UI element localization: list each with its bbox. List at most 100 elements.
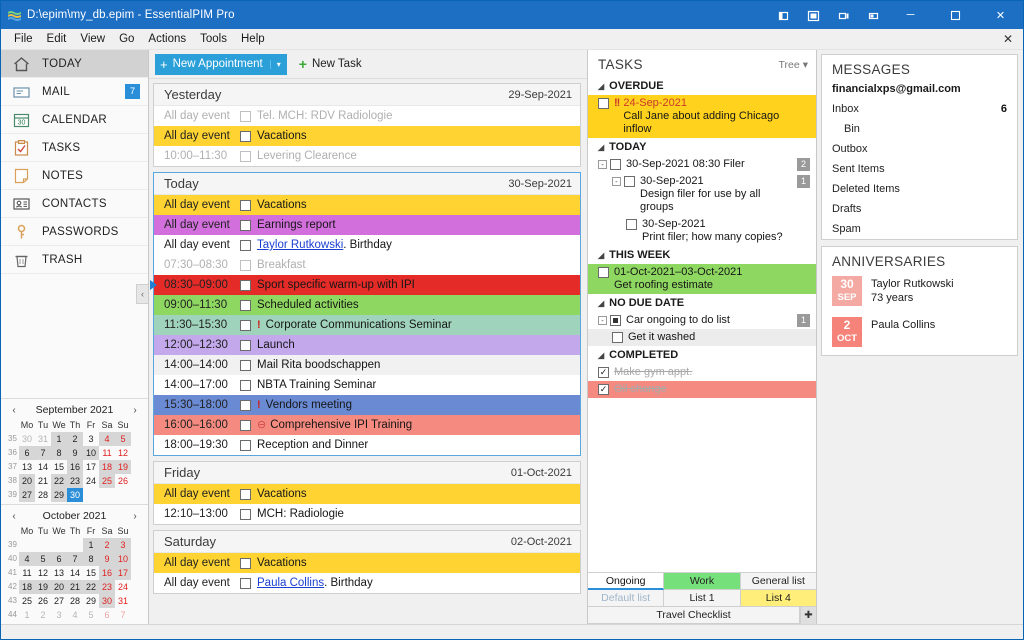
event-checkbox[interactable] [240, 419, 251, 431]
mini-calendar-day[interactable]: 17 [83, 460, 99, 474]
mini-calendar-day[interactable] [115, 488, 131, 502]
mini-calendar-day[interactable]: 1 [83, 538, 99, 552]
mini-calendar-day[interactable]: 5 [35, 552, 51, 566]
mini-calendar-day[interactable]: 15 [51, 460, 67, 474]
mini-calendar-day[interactable]: 10 [115, 552, 131, 566]
menu-go[interactable]: Go [112, 31, 141, 47]
new-task-button[interactable]: + New Task [293, 54, 368, 75]
mini-calendar-day[interactable]: 26 [115, 474, 131, 488]
tree-expander-icon[interactable]: - [612, 177, 621, 186]
new-appointment-button[interactable]: + New Appointment ▾ [155, 53, 287, 75]
mini-calendar-day[interactable]: 1 [19, 608, 35, 622]
event-checkbox[interactable] [240, 577, 251, 589]
task-tab-general-list[interactable]: General list [740, 573, 816, 590]
mini-calendar-day[interactable]: 19 [115, 460, 131, 474]
task-checkbox[interactable] [598, 267, 609, 278]
task-tab-default-list[interactable]: Default list [588, 590, 665, 607]
task-tab-list-1[interactable]: List 1 [664, 590, 741, 607]
sidebar-item-today[interactable]: TODAY [1, 50, 148, 78]
mini-calendar-day[interactable]: 23 [99, 580, 115, 594]
task-row[interactable]: 30-Sep-2021 Print filer; how many copies? [588, 216, 816, 246]
mini-calendar-day[interactable]: 26 [35, 594, 51, 608]
task-row[interactable]: Get it washed [588, 329, 816, 346]
mini-calendar-day[interactable]: 30 [99, 594, 115, 608]
mini-calendar-day[interactable]: 4 [19, 552, 35, 566]
event-checkbox[interactable] [240, 319, 251, 331]
mini-calendar-day[interactable]: 19 [35, 580, 51, 594]
task-group-header[interactable]: ◢ COMPLETED [588, 346, 816, 364]
mini-calendar-day[interactable]: 9 [67, 446, 83, 460]
mini-calendar-day[interactable]: 16 [99, 566, 115, 580]
sidebar-item-notes[interactable]: NOTES [1, 162, 148, 190]
close-button[interactable]: ✕ [978, 1, 1023, 29]
tree-expander-icon[interactable]: - [598, 160, 607, 169]
mini-calendar-day[interactable]: 11 [19, 566, 35, 580]
mini-calendar-day[interactable]: 29 [83, 594, 99, 608]
chevron-left-icon[interactable]: ‹ [6, 511, 22, 522]
calendar-event-row[interactable]: 12:10–13:00 MCH: Radiologie [154, 504, 580, 524]
mini-calendar-day[interactable]: 21 [35, 474, 51, 488]
mini-calendar-day[interactable]: 25 [99, 474, 115, 488]
mini-calendar-day[interactable]: 6 [19, 446, 35, 460]
task-row[interactable]: - 30-Sep-2021 Design filer for use by all … [588, 173, 816, 216]
mini-calendar-day[interactable]: 8 [51, 446, 67, 460]
task-row[interactable]: -30-Sep-2021 08:30 Filer 2 [588, 156, 816, 173]
task-row[interactable]: ✓ Make gym appt. [588, 364, 816, 381]
mini-calendar-day[interactable]: 24 [115, 580, 131, 594]
anniversary-item[interactable]: 30 SEP Taylor Rutkowski 73 years [822, 273, 1017, 314]
menu-actions[interactable]: Actions [141, 31, 193, 47]
task-group-header[interactable]: ◢ OVERDUE [588, 77, 816, 95]
mini-calendar-day[interactable]: 15 [83, 566, 99, 580]
mini-calendar-day[interactable]: 30 [67, 488, 83, 502]
mini-calendar-day[interactable]: 12 [115, 446, 131, 460]
mini-calendar-day[interactable]: 18 [99, 460, 115, 474]
mini-calendar-day[interactable]: 10 [83, 446, 99, 460]
anniversary-item[interactable]: 2 OCT Paula Collins [822, 314, 1017, 355]
menu-edit[interactable]: Edit [40, 31, 74, 47]
mini-calendar-day[interactable]: 14 [35, 460, 51, 474]
mini-calendar-day[interactable]: 9 [99, 552, 115, 566]
mini-calendar-day[interactable]: 28 [67, 594, 83, 608]
task-row[interactable]: - Car ongoing to do list 1 [588, 312, 816, 329]
event-checkbox[interactable] [240, 130, 251, 142]
calendar-event-row[interactable]: 07:30–08:30 Breakfast [154, 255, 580, 275]
calendar-event-row[interactable]: 18:00–19:30 Reception and Dinner [154, 435, 580, 455]
mini-calendar-day[interactable]: 2 [67, 432, 83, 446]
collapse-triangle-icon[interactable]: ◢ [598, 143, 604, 152]
task-checkbox[interactable] [610, 315, 621, 326]
mini-calendar-day[interactable]: 21 [67, 580, 83, 594]
layout-wide-icon[interactable] [858, 1, 888, 29]
tasks-view-selector[interactable]: Tree ▾ [779, 59, 808, 71]
event-checkbox[interactable] [240, 339, 251, 351]
mini-calendar-title[interactable]: September 2021 [22, 404, 127, 416]
add-task-list-button[interactable]: ✚ [800, 607, 816, 624]
event-checkbox[interactable] [240, 259, 251, 271]
sidebar-item-trash[interactable]: TRASH [1, 246, 148, 274]
mail-folder-spam[interactable]: Spam [822, 219, 1017, 239]
calendar-event-row[interactable]: 16:00–16:00 ⊖ Comprehensive IPI Training [154, 415, 580, 435]
mini-calendar-day[interactable]: 27 [19, 488, 35, 502]
mini-calendar-day[interactable] [67, 538, 83, 552]
contact-link[interactable]: Taylor Rutkowski [257, 239, 343, 251]
mini-calendar-day[interactable]: 30 [19, 432, 35, 446]
task-tab-ongoing[interactable]: Ongoing [588, 573, 665, 590]
event-checkbox[interactable] [240, 199, 251, 211]
mini-calendar-day[interactable]: 22 [83, 580, 99, 594]
chevron-left-icon[interactable]: ‹ [6, 405, 22, 416]
calendar-event-row[interactable]: All day event Vacations [154, 553, 580, 573]
mini-calendar-day[interactable]: 6 [51, 552, 67, 566]
menu-file[interactable]: File [7, 31, 40, 47]
event-checkbox[interactable] [240, 219, 251, 231]
task-tab-list-4[interactable]: List 4 [740, 590, 816, 607]
mini-calendar-day[interactable] [99, 488, 115, 502]
calendar-event-row[interactable]: All day event Vacations [154, 195, 580, 215]
event-checkbox[interactable] [240, 150, 251, 162]
calendar-event-row[interactable]: All day event Vacations [154, 484, 580, 504]
calendar-event-row[interactable]: 10:00–11:30 Levering Clearence [154, 146, 580, 166]
event-checkbox[interactable] [240, 279, 251, 291]
tree-expander-icon[interactable]: - [598, 316, 607, 325]
mini-calendar-day[interactable]: 29 [51, 488, 67, 502]
mail-folder-inbox[interactable]: Inbox 6 [822, 99, 1017, 119]
event-checkbox[interactable] [240, 399, 251, 411]
event-checkbox[interactable] [240, 488, 251, 500]
